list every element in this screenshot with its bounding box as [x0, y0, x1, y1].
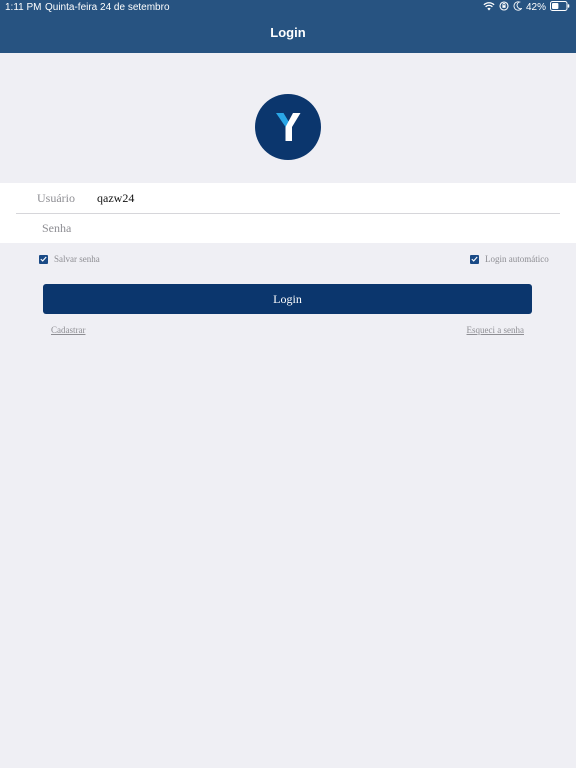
username-input[interactable]	[97, 188, 537, 208]
wifi-icon	[483, 1, 495, 16]
battery-percent: 42%	[525, 2, 546, 13]
status-bar: 1:11 PM Quinta-feira 24 de setembro 42%	[0, 0, 576, 16]
login-form-fields: Usuário Senha	[0, 183, 576, 243]
password-input[interactable]	[97, 218, 537, 238]
login-button[interactable]: Login	[43, 284, 532, 314]
username-row: Usuário	[0, 183, 576, 213]
save-password-label: Salvar senha	[54, 254, 100, 264]
save-password-option[interactable]: Salvar senha	[39, 253, 100, 265]
status-icons: 42%	[483, 0, 570, 16]
page-title: Login	[270, 25, 306, 40]
register-link[interactable]: Cadastrar	[51, 325, 85, 335]
auto-login-option[interactable]: Login automático	[470, 253, 549, 265]
moon-icon	[513, 0, 523, 16]
password-label: Senha	[42, 221, 72, 235]
y-logo-icon	[255, 94, 321, 160]
status-date: Quinta-feira 24 de setembro	[45, 2, 170, 13]
navigation-header: 1:11 PM Quinta-feira 24 de setembro 42% …	[0, 0, 576, 53]
auto-login-label: Login automático	[485, 254, 549, 264]
save-password-checkbox[interactable]	[39, 254, 48, 264]
auto-login-checkbox[interactable]	[470, 254, 479, 264]
orientation-lock-icon	[499, 0, 509, 16]
password-row: Senha	[0, 213, 576, 243]
battery-icon	[550, 0, 570, 16]
forgot-password-link[interactable]: Esqueci a senha	[467, 325, 524, 335]
username-label: Usuário	[37, 191, 75, 205]
status-time: 1:11 PM	[5, 2, 42, 13]
